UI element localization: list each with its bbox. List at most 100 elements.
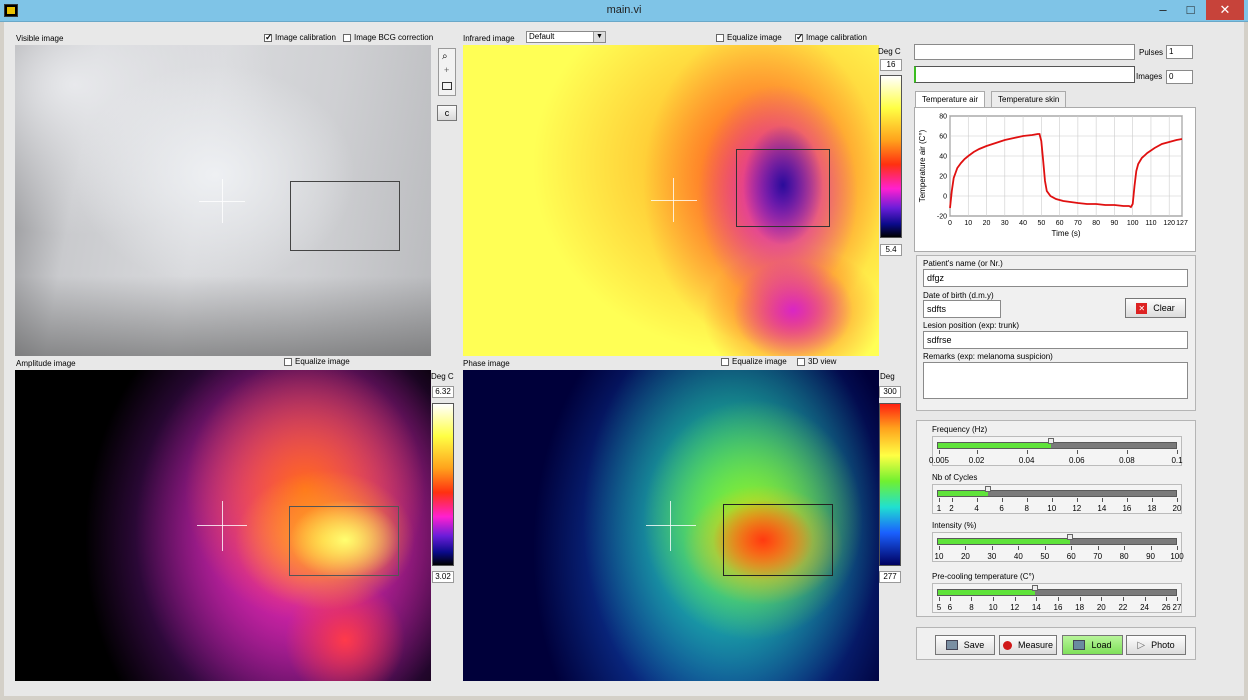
slider-fill	[938, 443, 1051, 448]
photo-button-label: Photo	[1151, 640, 1175, 650]
amplitude-image[interactable]	[15, 370, 431, 681]
slider-tick	[1036, 597, 1038, 601]
phase-image[interactable]	[463, 370, 879, 681]
reset-button[interactable]: c	[437, 105, 457, 121]
slider-tick	[1101, 498, 1103, 502]
checkbox-box[interactable]	[264, 32, 273, 43]
progress-bar-pulses	[914, 44, 1135, 60]
x-axis-label: Time (s)	[1051, 229, 1080, 238]
slider-thumb[interactable]	[1047, 438, 1054, 444]
lesion-input[interactable]: sdfrse	[923, 331, 1188, 349]
roi-rectangle[interactable]	[723, 504, 833, 576]
slider-tick	[1058, 597, 1059, 601]
measure-button[interactable]: Measure	[999, 635, 1057, 655]
slider-tick-label: 2	[949, 504, 954, 513]
checkbox-box[interactable]	[797, 357, 805, 366]
slider-track[interactable]	[937, 486, 1177, 497]
slider-tick	[1150, 546, 1152, 550]
checkbox-box[interactable]	[721, 357, 729, 366]
slider-track[interactable]	[937, 438, 1177, 449]
tab-temperature-air[interactable]: Temperature air	[915, 91, 986, 107]
slider[interactable]: 0.005 0.02 0.04 0.06 0.08 0.1	[929, 436, 1183, 466]
maximize-button[interactable]: □	[1177, 0, 1204, 20]
slider-tick	[1026, 450, 1028, 454]
slider-label: Frequency (Hz)	[932, 425, 988, 434]
slider-tick-label: 70	[1093, 552, 1103, 561]
slider-tick-label: 22	[1118, 603, 1128, 612]
infrared-color-scale	[880, 75, 902, 238]
pulses-label: Pulses	[1139, 48, 1164, 57]
equalize-checkbox-infrared[interactable]: Equalize image	[716, 33, 782, 42]
slider-tick	[1076, 450, 1078, 454]
image-calibration-checkbox-infrared[interactable]: Image calibration	[795, 32, 867, 43]
slider-tick-label: 16	[1053, 603, 1063, 612]
slider-track[interactable]	[937, 534, 1177, 545]
patient-name-input[interactable]: dfgz	[923, 269, 1188, 287]
checkbox-box[interactable]	[343, 33, 351, 42]
slider-tick	[976, 498, 978, 502]
chevron-down-icon[interactable]: ▼	[593, 32, 605, 42]
roi-rectangle[interactable]	[289, 506, 399, 576]
slider-tick-label: 14	[1031, 603, 1041, 612]
equalize-checkbox-phase[interactable]: Equalize image	[721, 357, 787, 366]
infrared-image[interactable]	[463, 45, 879, 356]
amplitude-scale-max[interactable]: 6.32	[432, 386, 454, 398]
slider[interactable]: 1 2 4 6 8 10 12 14 16 18 20	[932, 484, 1182, 514]
roi-rectangle[interactable]	[290, 181, 400, 251]
phase-scale-min[interactable]: 277	[879, 571, 901, 583]
slider[interactable]: 10 20 30 40 50 60 70 80 90 100	[932, 532, 1184, 562]
x-tick-label: 110	[1145, 220, 1156, 227]
slider-track[interactable]	[937, 585, 1177, 596]
visible-image-label: Visible image	[16, 34, 64, 43]
slider-tick	[976, 450, 978, 454]
save-button[interactable]: Save	[935, 635, 995, 655]
zoom-icon[interactable]: ⌕	[442, 51, 448, 62]
slider-fill	[938, 539, 1071, 544]
x-tick-label: 0	[948, 220, 952, 227]
remarks-input[interactable]	[923, 362, 1188, 399]
close-button[interactable]: ✕	[1206, 0, 1244, 20]
dob-input[interactable]: sdfts	[923, 300, 1001, 318]
slider-tick-label: 0.1	[1171, 456, 1183, 465]
slider-tick	[1101, 597, 1103, 601]
minimize-button[interactable]: –	[1150, 0, 1176, 20]
palette-select[interactable]: Default ▼	[526, 31, 606, 43]
equalize-checkbox-amplitude[interactable]: Equalize image	[284, 357, 350, 366]
load-button[interactable]: Load	[1062, 635, 1123, 655]
bcg-correction-checkbox[interactable]: Image BCG correction	[343, 33, 433, 42]
slider-thumb[interactable]	[1067, 534, 1074, 540]
slider-tick-label: 4	[974, 504, 979, 513]
slider-tick-label: 20	[1172, 504, 1182, 513]
infrared-scale-max[interactable]: 16	[880, 59, 902, 71]
slider[interactable]: 5 6 8 10 12 14 16 18 20 22 24 26 27	[932, 583, 1182, 613]
checkbox-box[interactable]	[284, 357, 292, 366]
pulses-value[interactable]: 1	[1166, 45, 1193, 59]
amplitude-scale-min[interactable]: 3.02	[432, 571, 454, 583]
checkbox-box[interactable]	[795, 32, 804, 43]
roi-rectangle[interactable]	[736, 149, 830, 227]
visible-image[interactable]	[15, 45, 431, 356]
rectangle-tool-icon[interactable]	[442, 82, 452, 90]
images-value[interactable]: 0	[1166, 70, 1193, 84]
checkbox-box[interactable]	[716, 33, 724, 42]
slider-thumb[interactable]	[1032, 585, 1039, 591]
3d-view-checkbox[interactable]: 3D view	[797, 357, 836, 366]
slider-tick	[1166, 597, 1168, 601]
slider-tick	[1026, 498, 1028, 502]
phase-scale-max[interactable]: 300	[879, 386, 901, 398]
slider-thumb[interactable]	[985, 486, 992, 492]
slider-tick-label: 1	[936, 504, 942, 513]
images-label: Images	[1136, 72, 1163, 81]
infrared-scale-min[interactable]: 5.4	[880, 244, 902, 256]
photo-button[interactable]: ▷ Photo	[1126, 635, 1186, 655]
slider-tick-label: 24	[1140, 603, 1149, 612]
checkbox-label: Equalize image	[732, 357, 787, 366]
slider-tick-label: 20	[1096, 603, 1106, 612]
slider-tick	[971, 597, 973, 601]
crosshair-tool-icon[interactable]: +	[444, 65, 449, 75]
clear-button[interactable]: ✕ Clear	[1125, 298, 1186, 318]
slider-tick	[951, 498, 953, 502]
tab-temperature-skin[interactable]: Temperature skin	[991, 91, 1067, 107]
image-calibration-checkbox-visible[interactable]: Image calibration	[264, 32, 336, 43]
lesion-label: Lesion position (exp: trunk)	[923, 321, 1020, 330]
